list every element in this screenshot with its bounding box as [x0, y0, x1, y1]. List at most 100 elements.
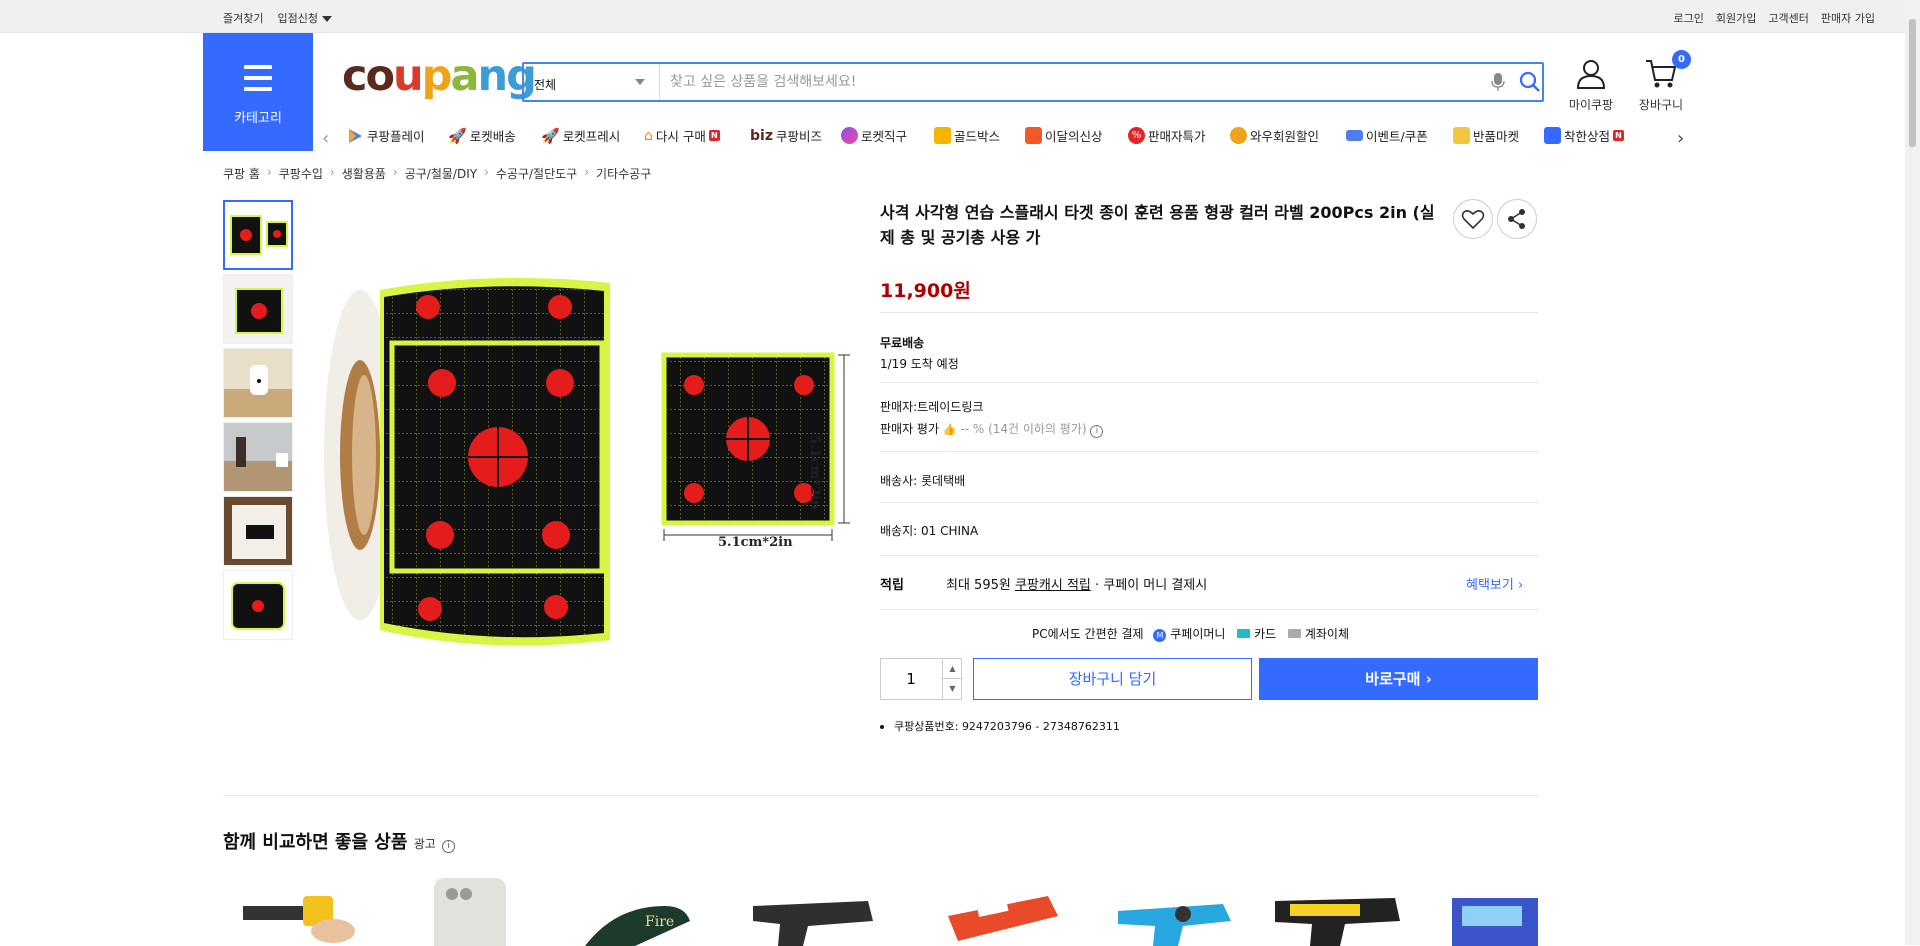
add-to-cart-button[interactable]: 장바구니 담기	[973, 658, 1252, 700]
nav-label: 판매자특가	[1148, 129, 1206, 144]
thumbnail-4[interactable]	[223, 422, 293, 492]
compare-product-5[interactable]	[938, 876, 1078, 946]
scrollbar-thumb[interactable]	[1908, 18, 1917, 148]
category-nav: 쿠팡플레이 🚀 로켓배송 🚀 로켓프레시 ⌂ 다시 구매 N biz 쿠팡비즈 로켓직구 …	[322, 122, 1702, 150]
breadcrumb-item[interactable]: 수공구/절단도구	[496, 165, 577, 182]
main-product-image[interactable]: 5.1cm*2in 5.1cm*2in	[320, 265, 870, 655]
seller-rating-value: -- % (14건 이하의 평가)	[960, 422, 1087, 436]
store-icon	[1544, 127, 1561, 144]
breadcrumb-item[interactable]: 쿠팡 홈	[223, 165, 260, 182]
customer-center-link[interactable]: 고객센터	[1768, 10, 1808, 26]
ship-from-value: 01 CHINA	[921, 524, 979, 538]
nav-item-wow-discount[interactable]: 와우회원할인	[1230, 126, 1319, 145]
nav-item-rocket-direct[interactable]: 로켓직구	[841, 126, 907, 145]
coupang-logo[interactable]: coupang	[342, 53, 537, 99]
cart-count-badge: 0	[1672, 50, 1691, 69]
caret-down-icon	[321, 16, 332, 22]
coupang-cash-link[interactable]: 쿠팡캐시 적립	[1015, 578, 1091, 593]
seller-apply-link[interactable]: 입점신청	[277, 10, 332, 26]
quantity-input[interactable]	[881, 659, 941, 699]
breadcrumb-item[interactable]: 쿠팡수입	[279, 165, 323, 182]
nav-item-new-arrivals[interactable]: 이달의신상	[1025, 126, 1103, 145]
search-icon[interactable]	[1519, 71, 1541, 93]
thumbnail-5[interactable]	[223, 496, 293, 566]
seller-rating-label: 판매자 평가	[880, 422, 940, 436]
seller-signup-link[interactable]: 판매자 가입	[1821, 10, 1875, 26]
basket-icon: ⌂	[644, 127, 653, 144]
search-category-select[interactable]: 전체	[524, 64, 660, 100]
chevron-right-icon: ›	[484, 165, 489, 179]
divider	[880, 451, 1538, 452]
compare-product-3[interactable]: Fire	[575, 876, 715, 946]
nav-item-seller-deals[interactable]: % 판매자특가	[1128, 126, 1206, 145]
search-input[interactable]	[670, 70, 1460, 94]
info-icon[interactable]: i	[1090, 425, 1104, 438]
signup-link[interactable]: 회원가입	[1716, 10, 1756, 26]
ship-from-row: 배송지: 01 CHINA	[880, 522, 978, 539]
heart-icon	[1461, 210, 1485, 230]
thumbnail-6[interactable]	[223, 570, 293, 640]
breadcrumb-item[interactable]: 생활용품	[342, 165, 386, 182]
seller-name[interactable]: 판매자:트레이드링크	[880, 398, 983, 415]
thumbnail-2[interactable]	[223, 274, 293, 344]
quantity-up-button[interactable]: ▲	[942, 659, 962, 679]
nav-item-coupang-play[interactable]: 쿠팡플레이	[346, 126, 425, 145]
compare-product-1[interactable]	[223, 876, 363, 946]
product-number-label: 쿠팡상품번호:	[894, 720, 959, 733]
coupay-money-icon: M	[1153, 629, 1167, 642]
play-icon	[349, 128, 362, 143]
search-bar: 전체	[522, 62, 1544, 102]
compare-product-8[interactable]	[1452, 876, 1538, 946]
goldbox-icon	[934, 127, 951, 144]
nav-item-buy-again[interactable]: ⌂ 다시 구매 N	[644, 126, 720, 145]
nav-item-rocket-delivery[interactable]: 🚀 로켓배송	[448, 126, 516, 145]
reward-amount: 최대 595원	[946, 578, 1011, 593]
page-scrollbar[interactable]	[1905, 0, 1920, 945]
share-button[interactable]	[1497, 199, 1537, 239]
ship-from-label: 배송지:	[880, 524, 918, 538]
nav-label: 로켓배송	[469, 129, 516, 144]
reward-condition: · 쿠페이 머니 결제시	[1095, 578, 1208, 593]
compare-product-2[interactable]	[402, 876, 542, 946]
buy-now-button[interactable]: 바로구매 ›	[1259, 658, 1538, 700]
info-icon[interactable]: i	[442, 840, 456, 853]
courier-value: 롯데택배	[921, 474, 966, 488]
category-menu-button[interactable]: 카테고리	[203, 33, 313, 151]
bookmark-link[interactable]: 즐겨찾기	[223, 10, 263, 26]
nav-label: 이벤트/쿠폰	[1366, 129, 1428, 144]
easy-pay-row: PC에서도 간편한 결제 M 쿠페이머니 카드 계좌이체	[1032, 625, 1349, 642]
compare-product-7[interactable]	[1270, 876, 1410, 946]
nav-item-return-market[interactable]: 반품마켓	[1453, 126, 1519, 145]
reward-label: 적립	[880, 578, 904, 593]
breadcrumb-item[interactable]: 공구/철물/DIY	[405, 165, 477, 182]
top-utility-bar: 즐겨찾기 입점신청 로그인 회원가입 고객센터 판매자 가입	[0, 0, 1905, 33]
pay-option-card: 카드	[1254, 627, 1277, 641]
box-icon	[1453, 127, 1470, 144]
new-arrival-icon	[1025, 127, 1042, 144]
chevron-right-icon: ›	[392, 165, 398, 179]
microphone-icon[interactable]	[1491, 72, 1505, 92]
divider	[880, 609, 1538, 610]
breadcrumb-item[interactable]: 기타수공구	[596, 165, 651, 182]
compare-product-4[interactable]	[748, 876, 888, 946]
rocket-icon: 🚀	[448, 126, 467, 145]
rocket-fresh-icon: 🚀	[541, 126, 560, 145]
thumbnail-1[interactable]	[223, 200, 293, 270]
nav-item-goldbox[interactable]: 골드박스	[934, 126, 1000, 145]
wishlist-button[interactable]	[1453, 199, 1493, 239]
breadcrumb: 쿠팡 홈 › 쿠팡수입 › 생활용품 › 공구/철물/DIY › 수공구/절단도구 › 기…	[223, 165, 651, 182]
nav-item-events-coupons[interactable]: 이벤트/쿠폰	[1346, 126, 1428, 145]
nav-item-coupang-biz[interactable]: biz 쿠팡비즈	[750, 126, 822, 145]
login-link[interactable]: 로그인	[1674, 10, 1704, 26]
my-coupang-button[interactable]: 마이쿠팡	[1568, 58, 1614, 113]
image-dimension-horizontal: 5.1cm*2in	[718, 535, 793, 550]
benefit-link[interactable]: 혜택보기 ›	[1466, 574, 1523, 593]
divider	[880, 382, 1538, 383]
compare-section-title: 함께 비교하면 좋을 상품 광고 i	[223, 828, 456, 854]
compare-product-6[interactable]	[1113, 876, 1253, 946]
compare-title: 함께 비교하면 좋을 상품	[223, 832, 408, 853]
nav-item-rocket-fresh[interactable]: 🚀 로켓프레시	[541, 126, 620, 145]
nav-item-good-store[interactable]: 착한상점 N	[1544, 126, 1625, 145]
quantity-down-button[interactable]: ▼	[942, 679, 962, 699]
thumbnail-3[interactable]	[223, 348, 293, 418]
